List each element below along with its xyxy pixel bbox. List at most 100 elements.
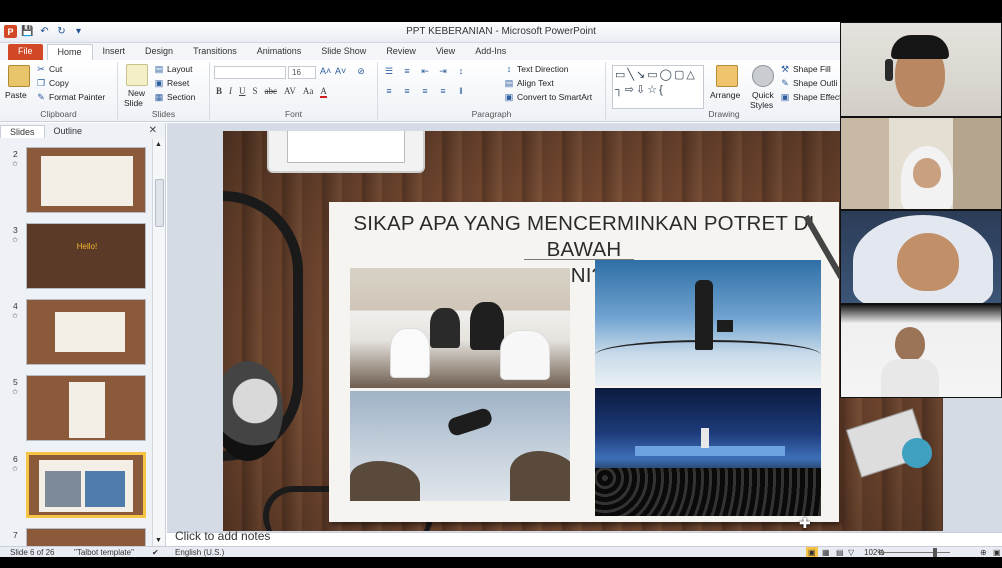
tab-home[interactable]: Home xyxy=(46,44,93,60)
tab-add-ins[interactable]: Add-Ins xyxy=(465,44,516,60)
tab-review[interactable]: Review xyxy=(376,44,426,60)
paste-button[interactable]: Paste xyxy=(5,90,27,100)
font-family-select[interactable] xyxy=(214,66,286,79)
font-size-select[interactable]: 16 xyxy=(288,66,316,79)
notes-placeholder[interactable]: Click to add notes xyxy=(175,529,270,543)
current-slide[interactable]: SIKAP APA YANG MENCERMINKAN POTRET DI BA… xyxy=(223,131,943,531)
down-arrow-shape-icon[interactable]: ⇩ xyxy=(636,83,645,96)
video-tile-participant-4[interactable] xyxy=(840,304,1002,398)
align-left-icon[interactable]: ≡ xyxy=(384,86,394,96)
shape-outline-button[interactable]: ✎ Shape Outli xyxy=(780,78,837,88)
zoom-slider-knob[interactable] xyxy=(933,548,937,557)
underline-button[interactable]: U xyxy=(239,86,246,98)
line-shape-icon[interactable]: ╲ xyxy=(627,68,634,81)
text-direction-button[interactable]: ↕ Text Direction xyxy=(504,64,569,74)
tab-transitions[interactable]: Transitions xyxy=(183,44,247,60)
format-painter-button[interactable]: ✎ Format Painter xyxy=(36,92,105,102)
thumbnail-slide-6[interactable]: 6 ✩ xyxy=(0,452,152,522)
layout-button[interactable]: ▤ Layout xyxy=(154,64,193,74)
triangle-shape-icon[interactable]: △ xyxy=(686,68,694,81)
new-slide-icon[interactable] xyxy=(126,64,148,86)
numbering-icon[interactable]: ≡ xyxy=(402,66,412,76)
decrease-indent-icon[interactable]: ⇤ xyxy=(420,66,430,76)
shrink-font-button[interactable]: A˅ xyxy=(335,66,346,76)
thumbnail-slide-3[interactable]: 3 ✩ Hello! xyxy=(0,223,152,293)
new-slide-button-line1[interactable]: New xyxy=(128,88,145,98)
tab-animations[interactable]: Animations xyxy=(247,44,312,60)
normal-view-icon[interactable]: ▣ xyxy=(806,547,818,557)
slide-thumbnail[interactable] xyxy=(26,299,146,365)
jumping-man-photo[interactable] xyxy=(350,391,570,501)
rectangle-shape-icon[interactable]: ▭ xyxy=(647,68,657,81)
shape-fill-button[interactable]: ⚒ Shape Fill xyxy=(780,64,831,74)
textbox-shape-icon[interactable]: ▭ xyxy=(615,68,625,81)
align-right-icon[interactable]: ≡ xyxy=(420,86,430,96)
bullets-icon[interactable]: ☰ xyxy=(384,66,394,76)
change-case-button[interactable]: Aa xyxy=(303,86,314,98)
rounded-rect-shape-icon[interactable]: ▢ xyxy=(674,68,684,81)
paste-icon[interactable] xyxy=(8,65,30,87)
shapes-gallery[interactable]: ▭ ╲ ↘ ▭ ◯ ▢ △ ┐ ⇨ ⇩ ☆ { xyxy=(612,65,704,109)
cut-button[interactable]: ✂ Cut xyxy=(36,64,62,74)
star-shape-icon[interactable]: ☆ xyxy=(647,83,657,96)
tab-slide-show[interactable]: Slide Show xyxy=(311,44,376,60)
increase-indent-icon[interactable]: ⇥ xyxy=(438,66,448,76)
notes-pane[interactable]: Click to add notes xyxy=(167,529,1002,546)
scroll-down-icon[interactable]: ▼ xyxy=(155,537,162,544)
thumbnail-slide-2[interactable]: 2 ✩ xyxy=(0,147,152,217)
align-center-icon[interactable]: ≡ xyxy=(402,86,412,96)
tab-file[interactable]: File xyxy=(8,44,43,60)
zoom-slider[interactable] xyxy=(880,552,950,553)
thumbnail-slide-7[interactable]: 7 xyxy=(0,528,152,546)
slide-thumbnail[interactable]: Hello! xyxy=(26,223,146,289)
arrow-line-shape-icon[interactable]: ↘ xyxy=(636,68,645,81)
panel-scrollbar[interactable]: ▲ ▼ xyxy=(152,139,165,546)
arrange-icon[interactable] xyxy=(716,65,738,87)
reading-view-icon[interactable]: ▤ xyxy=(836,547,844,557)
line-spacing-icon[interactable]: ↕ xyxy=(456,66,466,76)
convert-smartart-button[interactable]: ▣ Convert to SmartArt xyxy=(504,92,592,102)
scroll-up-icon[interactable]: ▲ xyxy=(155,141,162,148)
clear-formatting-button[interactable]: ⊘ xyxy=(356,66,366,76)
quick-styles-button-line1[interactable]: Quick xyxy=(752,90,774,100)
reset-button[interactable]: ▣ Reset xyxy=(154,78,189,88)
italic-button[interactable]: I xyxy=(229,86,232,98)
fit-slide-icon[interactable]: ▣ xyxy=(993,547,1001,557)
section-button[interactable]: ▦ Section xyxy=(154,92,196,102)
quick-styles-icon[interactable] xyxy=(752,65,774,87)
arrange-button[interactable]: Arrange xyxy=(710,90,740,100)
tab-insert[interactable]: Insert xyxy=(93,44,136,60)
slide-content-card[interactable]: SIKAP APA YANG MENCERMINKAN POTRET DI BA… xyxy=(329,202,839,522)
bold-button[interactable]: B xyxy=(216,86,222,98)
slide-thumbnail[interactable] xyxy=(26,375,146,441)
elbow-shape-icon[interactable]: ┐ xyxy=(615,84,623,96)
align-text-button[interactable]: ▤ Align Text xyxy=(504,78,554,88)
thumbnail-slide-4[interactable]: 4 ✩ xyxy=(0,299,152,369)
video-tile-participant-2[interactable] xyxy=(840,117,1002,210)
grow-font-button[interactable]: A˄ xyxy=(320,66,331,76)
slideshow-view-icon[interactable]: ▽ xyxy=(848,547,854,557)
slide-thumbnail-selected[interactable] xyxy=(26,452,146,518)
tab-slides[interactable]: Slides xyxy=(0,124,45,138)
tab-design[interactable]: Design xyxy=(135,44,183,60)
video-tile-participant-1[interactable] xyxy=(840,22,1002,117)
slide-thumbnail[interactable] xyxy=(26,147,146,213)
slide-thumbnail[interactable] xyxy=(26,528,146,546)
oval-shape-icon[interactable]: ◯ xyxy=(660,68,672,81)
new-slide-button-line2[interactable]: Slide xyxy=(124,98,143,108)
shadow-button[interactable]: S xyxy=(253,86,258,98)
brace-shape-icon[interactable]: { xyxy=(659,84,663,96)
char-spacing-button[interactable]: AV xyxy=(284,86,296,98)
theme-name[interactable]: "Talbot template" xyxy=(74,547,134,557)
font-color-button[interactable]: A xyxy=(320,86,327,98)
zoom-in-icon[interactable]: ⊕ xyxy=(980,547,987,557)
concert-stage-photo[interactable] xyxy=(595,388,821,516)
justify-icon[interactable]: ≡ xyxy=(438,86,448,96)
language-indicator[interactable]: English (U.S.) xyxy=(175,547,224,557)
tab-outline[interactable]: Outline xyxy=(45,125,92,137)
copy-button[interactable]: ❐ Copy xyxy=(36,78,69,88)
slide-sorter-view-icon[interactable]: ▦ xyxy=(822,547,830,557)
close-panel-icon[interactable]: ✕ xyxy=(149,125,157,136)
spell-check-icon[interactable]: ✔ xyxy=(152,547,159,557)
shape-effects-button[interactable]: ▣ Shape Effect xyxy=(780,92,842,102)
